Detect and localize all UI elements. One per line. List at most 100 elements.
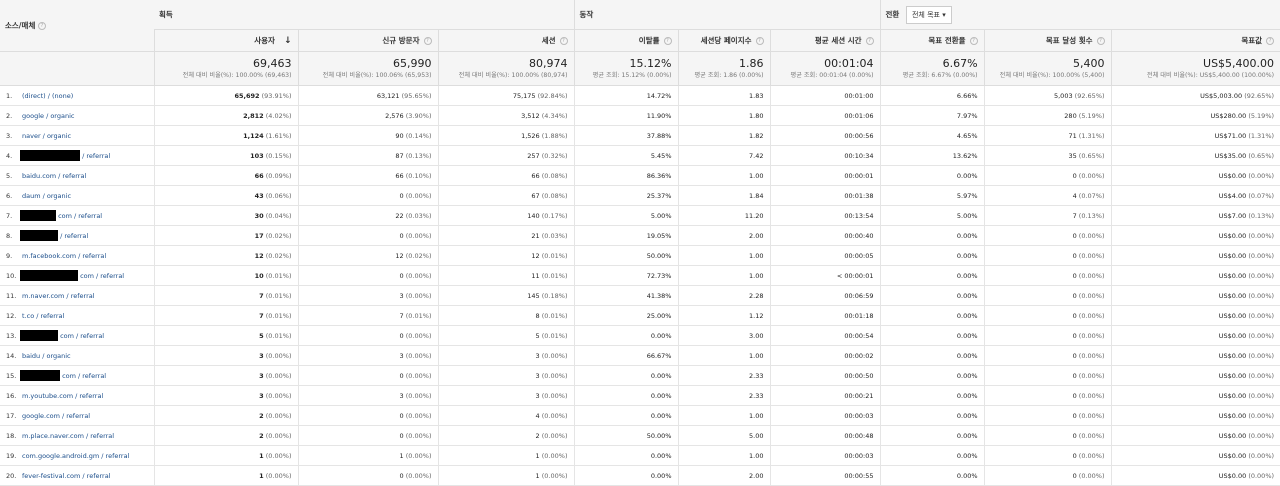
source-medium-link[interactable]: t.co / referral [22, 312, 64, 320]
source-medium-link[interactable]: / referral [20, 150, 110, 161]
source-medium-link[interactable]: / referral [20, 230, 88, 241]
metric-cell: 00:01:38 [769, 185, 881, 206]
help-icon[interactable]: ? [37, 22, 46, 30]
table-row: 11. m.naver.com / referral 7 (0.01%) 3 (0.0… [0, 285, 1280, 306]
metric-cell: 7.97% [879, 105, 985, 126]
help-icon[interactable]: ? [865, 37, 874, 45]
metric-cell: 0 (0.00%) [983, 265, 1112, 286]
total-subtext: 전체 대비 비율(%): 100.06% (65,953) [322, 72, 432, 79]
metric-cell: 41.38% [573, 285, 678, 306]
metric-value: US$7.00 [1218, 211, 1247, 220]
metric-percent: (0.00%) [265, 471, 292, 480]
metric-percent: (0.08%) [541, 171, 568, 180]
source-medium-link[interactable]: com / referral [20, 370, 106, 381]
source-medium-link[interactable]: daum / organic [22, 192, 71, 200]
metric-cell: 00:06:59 [769, 285, 881, 306]
metric-percent: (1.31%) [1248, 131, 1275, 140]
column-header[interactable]: 사용자 ↓ [153, 29, 298, 52]
metric-cell: 3 (0.00%) [297, 285, 438, 306]
metric-value: 3 [399, 391, 404, 400]
source-medium-link[interactable]: fever-festival.com / referral [22, 472, 111, 480]
total-cell: 5,400 전체 대비 비율(%): 100.00% (5,400) [983, 51, 1112, 86]
table-row: 7. com / referral 30 (0.04%) 22 (0.03%) 140… [0, 205, 1280, 226]
source-medium-link[interactable]: m.youtube.com / referral [22, 392, 103, 400]
metric-value: US$0.00 [1218, 391, 1247, 400]
metric-cell: 1.80 [677, 105, 770, 126]
metric-cell: 63,121 (95.65%) [297, 85, 438, 106]
source-medium-link[interactable]: baidu / organic [22, 352, 71, 360]
metric-cell: 25.00% [573, 305, 678, 326]
metric-cell: 140 (0.17%) [437, 205, 574, 226]
column-header[interactable]: 세션당 페이지수? [677, 29, 770, 52]
metric-cell: 2,576 (3.90%) [297, 105, 438, 126]
source-medium-link[interactable]: baidu.com / referral [22, 172, 86, 180]
help-icon[interactable]: ? [663, 37, 672, 45]
metric-cell: 3 (0.00%) [437, 345, 574, 366]
metric-cell: 2.33 [677, 365, 770, 386]
source-medium-link[interactable]: google / organic [22, 112, 74, 120]
column-header[interactable]: 세션? [437, 29, 574, 52]
table-row: 10. com / referral 10 (0.01%) 0 (0.00%) 11 … [0, 265, 1280, 286]
source-medium-link[interactable]: m.facebook.com / referral [22, 252, 106, 260]
column-header[interactable]: 신규 방문자? [297, 29, 438, 52]
sort-down-icon[interactable]: ↓ [284, 36, 292, 46]
metric-percent: (0.00%) [405, 271, 432, 280]
dimension-header[interactable]: 소스/매체 ? [0, 0, 154, 52]
help-icon[interactable]: ? [1266, 37, 1275, 45]
metric-percent: (0.00%) [265, 371, 292, 380]
column-header[interactable]: 목표 달성 횟수? [983, 29, 1112, 52]
metric-cell: 00:00:55 [769, 465, 881, 486]
metric-percent: (0.00%) [405, 351, 432, 360]
column-header-label: 목표 달성 횟수 [1045, 36, 1093, 45]
source-medium-link[interactable]: (direct) / (none) [22, 92, 73, 100]
metric-cell: 00:01:06 [769, 105, 881, 126]
metric-value: 1 [259, 471, 264, 480]
metric-cell: 2 (0.00%) [153, 405, 298, 426]
column-header[interactable]: 목표 전환율? [879, 29, 985, 52]
help-icon[interactable]: ? [755, 37, 764, 45]
metric-cell: 30 (0.04%) [153, 205, 298, 226]
group-conversion-label: 전환 [885, 9, 900, 19]
source-medium-link[interactable]: com / referral [20, 210, 102, 221]
column-header-label: 이탈률 [638, 36, 660, 45]
help-icon[interactable]: ? [969, 37, 978, 45]
source-medium-link[interactable]: m.place.naver.com / referral [22, 432, 114, 440]
column-header[interactable]: 목표값? [1110, 29, 1280, 52]
total-cell: 65,990 전체 대비 비율(%): 100.06% (65,953) [297, 51, 438, 86]
metric-cell: 0.00% [879, 305, 985, 326]
metric-percent: (0.02%) [265, 231, 292, 240]
metric-percent: (3.90%) [405, 111, 432, 120]
help-icon[interactable]: ? [1096, 37, 1105, 45]
metric-cell: US$0.00 (0.00%) [1110, 365, 1280, 386]
metric-cell: 0 (0.00%) [297, 425, 438, 446]
metric-value: 66 [254, 171, 264, 180]
column-header[interactable]: 이탈률? [573, 29, 678, 52]
source-medium-link[interactable]: com / referral [20, 270, 124, 281]
metric-percent: (1.61%) [265, 131, 292, 140]
column-header[interactable]: 평균 세션 시간? [769, 29, 881, 52]
metric-value: 0 [399, 271, 404, 280]
metric-cell: 1.83 [677, 85, 770, 106]
metric-percent: (0.01%) [541, 331, 568, 340]
source-medium-link[interactable]: m.naver.com / referral [22, 292, 95, 300]
metric-percent: (0.01%) [265, 291, 292, 300]
source-medium-link[interactable]: naver / organic [22, 132, 71, 140]
help-icon[interactable]: ? [559, 37, 568, 45]
metric-cell: 12 (0.02%) [297, 245, 438, 266]
help-icon[interactable]: ? [423, 37, 432, 45]
metric-cell: 11.20 [677, 205, 770, 226]
source-cell: 13. com / referral [0, 325, 154, 346]
metric-percent: (0.10%) [405, 171, 432, 180]
metric-percent: (0.08%) [541, 191, 568, 200]
metric-percent: (0.00%) [1078, 231, 1105, 240]
metric-value: 3 [259, 391, 264, 400]
metric-cell: 4 (0.00%) [437, 405, 574, 426]
source-medium-link[interactable]: com.google.android.gm / referral [22, 452, 129, 460]
row-number: 17. [6, 411, 17, 420]
column-header-label: 사용자 [254, 36, 275, 45]
row-number: 14. [6, 351, 17, 360]
source-medium-link[interactable]: com / referral [20, 330, 104, 341]
goal-select[interactable]: 전체 목표 ▾ [905, 5, 952, 24]
metric-percent: (0.00%) [1248, 171, 1275, 180]
source-medium-link[interactable]: google.com / referral [22, 412, 90, 420]
